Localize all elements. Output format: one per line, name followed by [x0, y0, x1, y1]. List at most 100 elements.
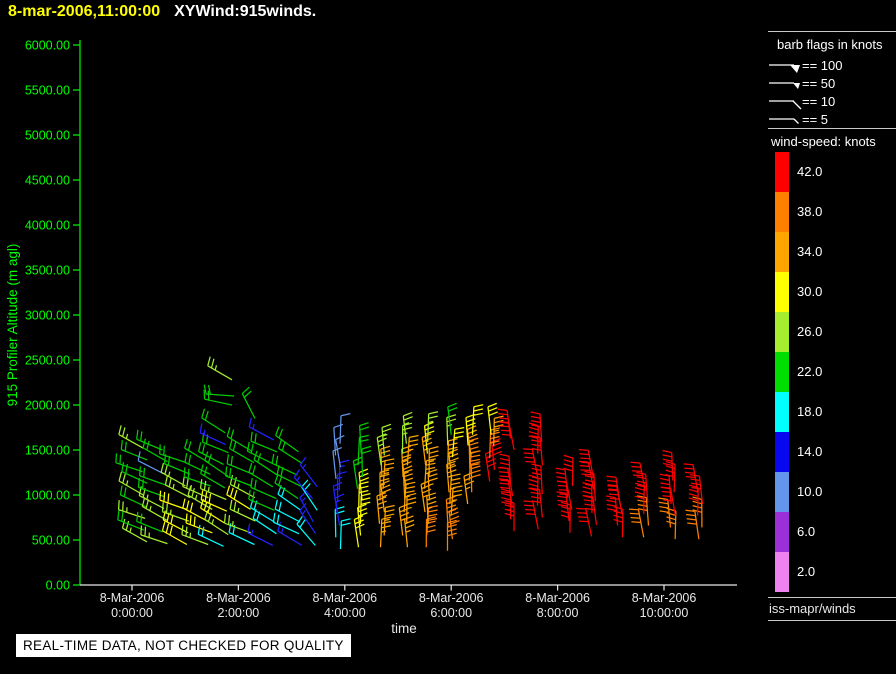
colorbar-value: 42.0 [797, 164, 823, 179]
barb-feather [429, 445, 439, 450]
barb-feather [380, 480, 390, 485]
wind-barb [278, 439, 303, 465]
barb-feather [607, 479, 617, 483]
barb-feather [497, 408, 508, 412]
barb-feather [200, 464, 204, 474]
barb-feather [184, 453, 188, 463]
colorbar-title: wind-speed: knots [771, 134, 876, 149]
barb-feather [187, 441, 192, 451]
barb-feather [403, 416, 413, 421]
barb-feather [408, 439, 419, 443]
barb-feather [528, 426, 539, 431]
wind-barb [161, 521, 188, 546]
barb-half-feather [146, 494, 149, 500]
barb-feather [299, 456, 307, 466]
barb-feather [426, 496, 437, 501]
barb-feather [377, 496, 387, 501]
wind-barb [160, 462, 186, 487]
barb-feather [658, 501, 669, 505]
barb-feather [692, 500, 702, 505]
barb-feather [359, 477, 370, 482]
barb-feather [141, 479, 144, 489]
wind-barb [470, 461, 481, 493]
barb-feather [299, 519, 306, 528]
barb-feather [121, 462, 125, 472]
barb-feather [659, 477, 670, 481]
colorbar-swatch [775, 552, 789, 592]
barb-feather [276, 514, 280, 525]
barb-feather [453, 435, 464, 439]
y-axis-label: 915 Profiler Altitude (m agl) [5, 244, 20, 407]
barb-feather [119, 485, 123, 496]
barb-feather [193, 516, 196, 527]
barb-feather [606, 508, 617, 512]
barb-feather [121, 518, 126, 529]
barb-half-feather [280, 528, 284, 534]
barb-feather [408, 443, 419, 447]
wind-barb [225, 466, 253, 487]
barb-feather [169, 525, 173, 536]
barb-feather [381, 525, 391, 529]
colorbar-value: 38.0 [797, 204, 823, 219]
barb-feather [229, 439, 233, 449]
barb-feather [606, 475, 616, 478]
barb-feather [359, 422, 369, 427]
colorbar-swatch [775, 152, 789, 192]
barb-feather [447, 524, 457, 528]
barb-feather [500, 479, 510, 482]
barb-feather [117, 500, 120, 510]
barb-feather [684, 467, 694, 470]
barb-feather [525, 513, 536, 516]
feather-5 [793, 118, 799, 124]
barb-feather [683, 463, 694, 466]
y-tick-label: 4500.00 [25, 174, 70, 188]
barb-feather [207, 356, 211, 366]
legend-row: == 100 [768, 56, 896, 74]
barb-feather [613, 514, 623, 519]
barb-feather [578, 520, 589, 523]
wind-barb [406, 434, 419, 466]
barb-feather [447, 402, 457, 408]
barb-feather [531, 447, 542, 451]
barb-half-feather [237, 507, 240, 513]
colorbar-value: 18.0 [797, 404, 823, 419]
barb-feather [252, 465, 256, 475]
y-tick-label: 500.00 [32, 534, 70, 548]
barb-half-feather [404, 495, 411, 498]
barb-feather [384, 466, 394, 470]
barb-half-feather [384, 518, 390, 522]
colorbar-value: 14.0 [797, 444, 823, 459]
barb-feather [380, 449, 391, 454]
barb-feather [186, 478, 189, 489]
barb-feather [400, 512, 410, 517]
legend-row: == 50 [768, 74, 896, 92]
barb-feather [501, 492, 511, 497]
wind-barb [576, 507, 593, 537]
x-tick-date: 8-Mar-2006 [632, 591, 697, 605]
barb-feather [446, 418, 457, 423]
barb-half-feather [301, 497, 306, 502]
panel-separator [768, 128, 896, 129]
barb-feather [210, 358, 215, 369]
barb-feather [446, 414, 457, 419]
barb-feather [556, 491, 567, 494]
barb-half-feather [190, 484, 192, 491]
barb-feather [271, 453, 275, 464]
wind-barb [203, 389, 233, 406]
colorbar-swatch [775, 392, 789, 432]
barb-feather [448, 407, 458, 412]
wind-barb [248, 462, 274, 488]
barb-feather [471, 465, 481, 470]
barb-feather [522, 448, 533, 451]
barb-feather [203, 480, 207, 491]
barb-feather [341, 522, 351, 526]
barb-half-feather [168, 471, 171, 477]
barb-feather [450, 477, 461, 481]
barb-feather [524, 504, 534, 507]
barb-feather [630, 461, 641, 464]
y-tick-label: 3500.00 [25, 264, 70, 278]
wind-barb [248, 489, 275, 511]
barb-feather [466, 422, 476, 427]
barb-feather [487, 402, 497, 408]
barb-feather [163, 492, 166, 502]
